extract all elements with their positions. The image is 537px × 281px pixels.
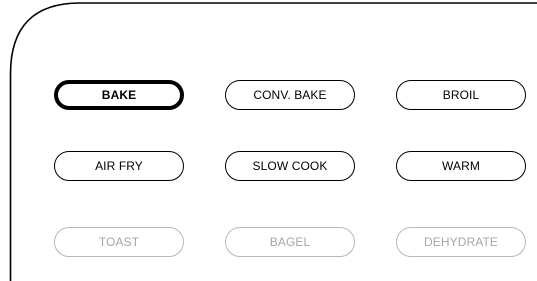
air-fry-button[interactable]: AIR FRY — [54, 151, 184, 181]
warm-button[interactable]: WARM — [396, 151, 526, 181]
toast-button: TOAST — [54, 227, 184, 257]
slow-cook-button[interactable]: SLOW COOK — [225, 151, 355, 181]
bagel-button: BAGEL — [225, 227, 355, 257]
bake-button[interactable]: BAKE — [54, 80, 184, 110]
broil-button[interactable]: BROIL — [396, 80, 526, 110]
dehydrate-button: DEHYDRATE — [396, 227, 526, 257]
cooking-mode-grid: BAKE CONV. BAKE BROIL AIR FRY SLOW COOK … — [54, 80, 526, 257]
conv-bake-button[interactable]: CONV. BAKE — [225, 80, 355, 110]
